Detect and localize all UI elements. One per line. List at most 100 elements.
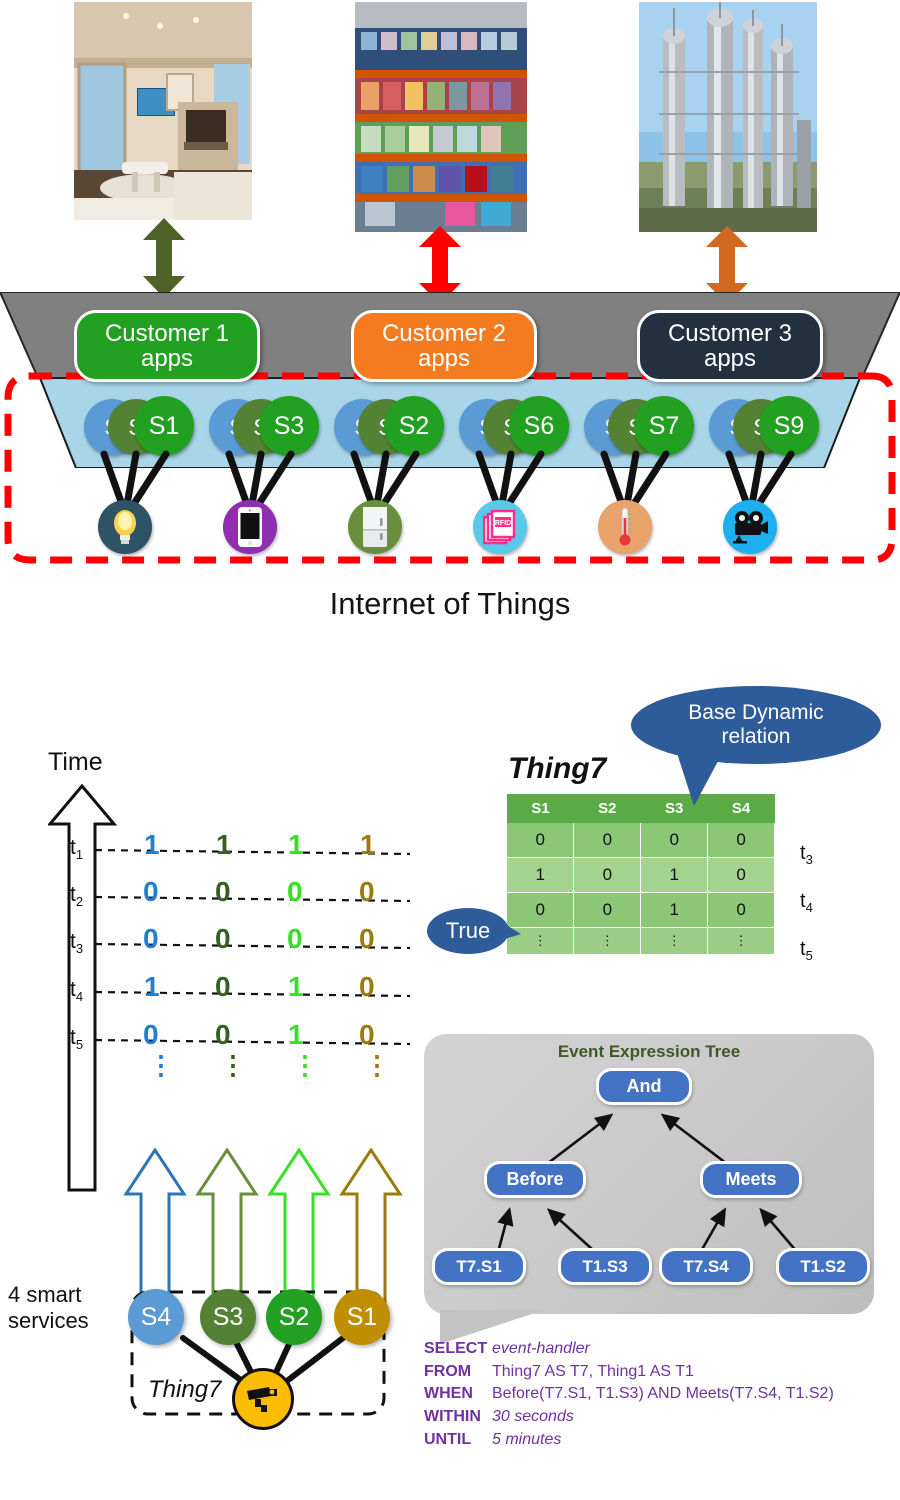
timeline-value-c0-r0: 1 xyxy=(144,829,160,860)
event-tree-leaf-t1s2[interactable]: T1.S2 xyxy=(776,1248,870,1285)
event-tree-node-and[interactable]: And xyxy=(596,1068,692,1105)
leaf-t1s2-label: T1.S2 xyxy=(800,1256,846,1276)
smart-service-s3-label: S3 xyxy=(212,1302,244,1331)
service-chip-front[interactable]: S3 xyxy=(259,396,319,456)
lightbulb-icon xyxy=(114,510,136,544)
sensor-thermometer[interactable] xyxy=(598,500,652,554)
thing7-camera-node[interactable] xyxy=(232,1368,294,1430)
sql-value-from: Thing7 AS T7, Thing1 AS T1 xyxy=(492,1362,694,1380)
timeline-value-c2-r3: 1 xyxy=(288,971,304,1002)
service-chip-front[interactable]: S2 xyxy=(384,396,444,456)
event-tree-node-meets[interactable]: Meets xyxy=(700,1161,802,1198)
row-time-label-t3: t3 xyxy=(800,842,813,867)
service-chip-front[interactable]: S7 xyxy=(634,396,694,456)
cell-r1-c0: 1 xyxy=(507,857,575,893)
cell-r0-c3: 0 xyxy=(707,823,775,858)
thing7-table-title: Thing7 xyxy=(508,752,607,785)
thermometer-icon xyxy=(619,507,631,546)
event-tree-leaf-t7s1[interactable]: T7.S1 xyxy=(432,1248,526,1285)
timeline-value-c2-r2: 0 xyxy=(287,923,303,954)
smart-service-s2[interactable]: S2 xyxy=(266,1289,322,1345)
rfid-tag-icon: RFID xyxy=(483,509,516,545)
customer-1-apps-button[interactable]: Customer 1 apps xyxy=(74,310,260,382)
cell-r2-c1: 0 xyxy=(573,892,642,928)
cell-r1-c2: 1 xyxy=(640,857,709,893)
timeline-value-c2-r0: 1 xyxy=(288,829,304,860)
service-chip-front[interactable]: S6 xyxy=(509,396,569,456)
customer-1-line2: apps xyxy=(140,345,194,372)
row-time-label-t5: t5 xyxy=(800,938,813,963)
sensor-lightbulb[interactable] xyxy=(98,500,152,554)
sql-line-from: FROM Thing7 AS T7, Thing1 AS T1 xyxy=(424,1361,834,1384)
event-tree-node-before[interactable]: Before xyxy=(484,1161,586,1198)
table-row: 1 0 1 0 xyxy=(507,857,775,893)
customer-2-apps-button[interactable]: Customer 2 apps xyxy=(351,310,537,382)
col-header-s2: S2 xyxy=(573,794,641,823)
timeline-dots-c1: ⋮ xyxy=(220,1050,246,1080)
true-label: True xyxy=(445,917,491,943)
sql-value-select: event-handler xyxy=(492,1340,590,1357)
cell-r3-c2: ⋮ xyxy=(640,927,709,956)
customer-2-line1: Customer 2 xyxy=(381,319,507,347)
smart-service-s3[interactable]: S3 xyxy=(200,1289,256,1345)
sql-keyword-within: WITHIN xyxy=(424,1408,481,1426)
smart-home-photo xyxy=(74,2,252,220)
timeline-value-c0-r4: 0 xyxy=(143,1019,159,1050)
timeline-value-c2-r4: 1 xyxy=(288,1019,304,1050)
node-and-label: And xyxy=(626,1076,662,1096)
timeline-value-c3-r3: 0 xyxy=(359,971,375,1002)
smart-services-line1: 4 smart xyxy=(8,1282,82,1307)
smart-service-s2-label: S2 xyxy=(278,1302,310,1331)
smart-service-s1[interactable]: S1 xyxy=(334,1289,390,1345)
time-label-t4: t4 xyxy=(70,978,84,1005)
cell-r1-c3: 0 xyxy=(707,857,775,893)
sensor-appliance[interactable] xyxy=(348,500,402,554)
timeline-value-c2-r1: 0 xyxy=(287,876,303,907)
smartphone-icon xyxy=(238,507,262,547)
timeline-value-c1-r1: 0 xyxy=(215,876,231,907)
base-dynamic-line1: Base Dynamic xyxy=(688,701,824,725)
base-dynamic-relation-callout: Base Dynamic relation xyxy=(631,686,881,764)
customer-3-line2: apps xyxy=(703,345,757,372)
sensor-camera[interactable] xyxy=(723,500,777,554)
timeline-value-c0-r1: 0 xyxy=(143,876,159,907)
timeline-value-c1-r2: 0 xyxy=(215,923,231,954)
sql-value-when: Before(T7.S1, T1.S3) AND Meets(T7.S4, T1… xyxy=(492,1385,834,1403)
smart-service-s1-label: S1 xyxy=(346,1302,378,1331)
sensor-smartphone[interactable] xyxy=(223,500,277,554)
cell-r0-c2: 0 xyxy=(640,823,709,858)
timeline-dots-c2: ⋮ xyxy=(292,1050,318,1080)
cell-r0-c0: 0 xyxy=(507,823,575,858)
cell-r2-c3: 0 xyxy=(707,892,775,928)
cell-r1-c1: 0 xyxy=(573,857,642,893)
time-label-t2: t2 xyxy=(70,883,84,910)
service-chip-front[interactable]: S1 xyxy=(134,396,194,456)
sql-line-within: WITHIN 30 seconds xyxy=(424,1406,834,1429)
timeline-value-c0-r3: 1 xyxy=(144,971,160,1002)
leaf-t7s1-label: T7.S1 xyxy=(456,1256,502,1276)
customer-3-apps-button[interactable]: Customer 3 apps xyxy=(637,310,823,382)
timeline-value-c3-r4: 0 xyxy=(359,1019,375,1050)
event-tree-leaf-t7s4[interactable]: T7.S4 xyxy=(659,1248,753,1285)
cell-r2-c2: 1 xyxy=(640,892,709,928)
cctv-camera-icon xyxy=(247,1387,277,1412)
sql-line-select: SELECT event-handler xyxy=(424,1338,834,1361)
thing7-table: S1 S2 S3 S4 0 0 0 0 1 0 1 0 0 0 1 0 ⋮ ⋮ … xyxy=(507,794,775,956)
smart-service-s4[interactable]: S4 xyxy=(128,1289,184,1345)
cell-r0-c1: 0 xyxy=(573,823,642,858)
base-dynamic-line2: relation xyxy=(721,725,791,748)
time-label-t5: t5 xyxy=(70,1026,84,1053)
event-tree-leaf-t1s3[interactable]: T1.S3 xyxy=(558,1248,652,1285)
table-row: 0 0 0 0 xyxy=(507,823,775,858)
table-row-continuation: ⋮ ⋮ ⋮ ⋮ xyxy=(507,927,775,956)
smart-services-line2: services xyxy=(8,1307,89,1333)
service-chip-front[interactable]: S9 xyxy=(759,396,819,456)
customer-2-line2: apps xyxy=(417,345,471,372)
timeline-value-c1-r4: 0 xyxy=(215,1019,231,1050)
true-callout: True xyxy=(427,908,509,954)
time-label-t1: t1 xyxy=(70,836,84,863)
sensor-rfid[interactable]: RFID xyxy=(473,500,527,554)
sql-line-when: WHEN Before(T7.S1, T1.S3) AND Meets(T7.S4… xyxy=(424,1383,834,1406)
row-time-label-t4: t4 xyxy=(800,890,813,915)
cell-r3-c1: ⋮ xyxy=(573,927,642,956)
